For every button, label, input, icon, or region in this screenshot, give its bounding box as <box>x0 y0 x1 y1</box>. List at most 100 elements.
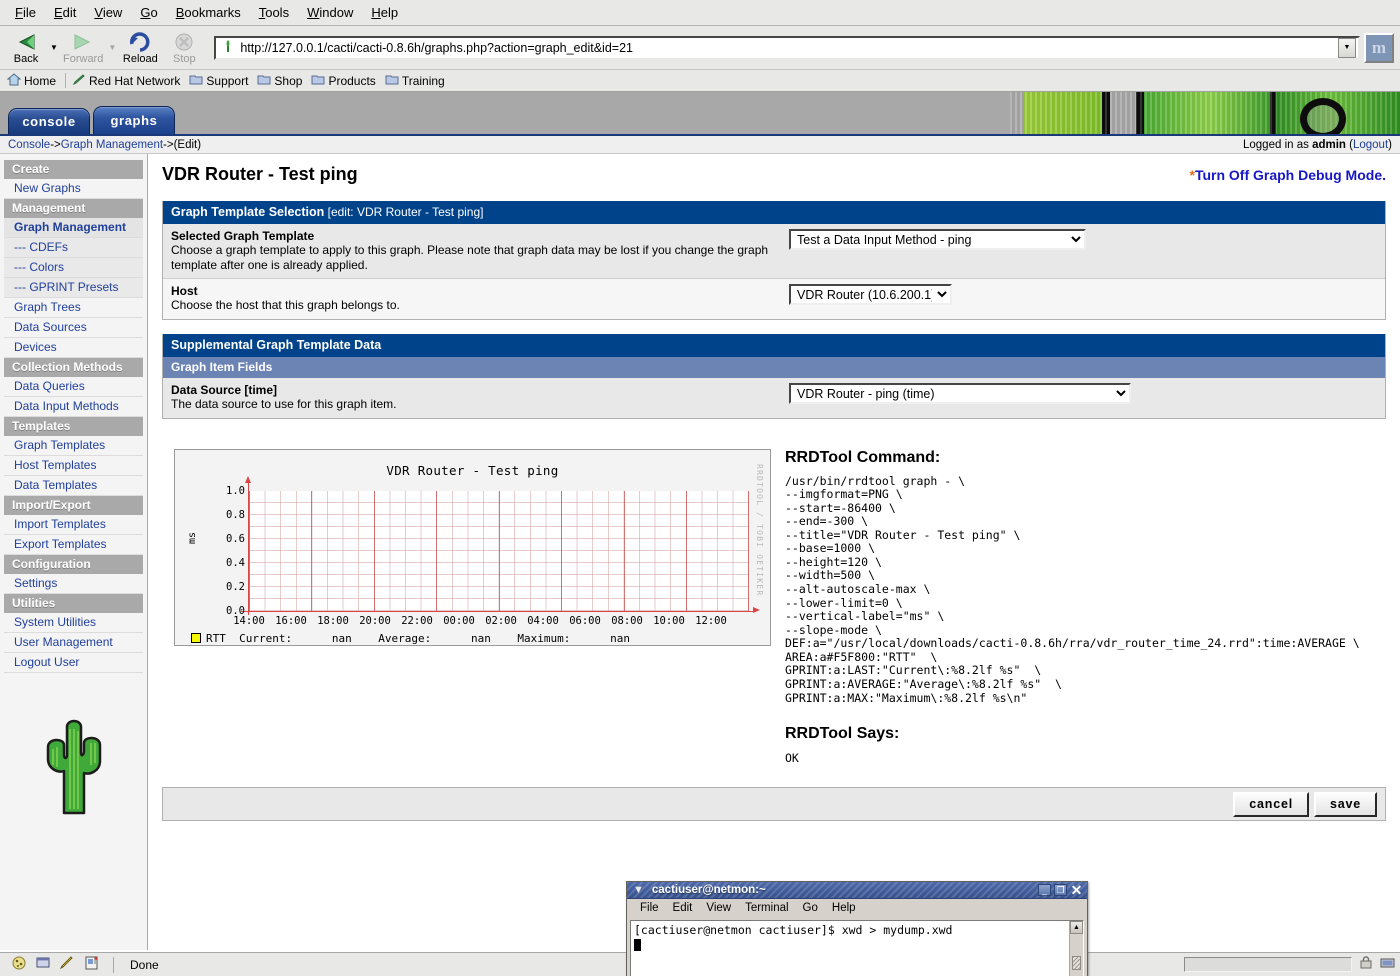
bookmark-support[interactable]: Support <box>186 72 254 89</box>
reload-button[interactable]: Reload <box>118 27 162 69</box>
login-open-paren: ( <box>1345 138 1353 151</box>
sidebar-item-import-templates[interactable]: Import Templates <box>4 515 143 535</box>
window-controls: _ ❐ ✕ <box>1038 883 1085 897</box>
sidebar-item-devices[interactable]: Devices <box>4 338 143 358</box>
menu-go[interactable]: Go <box>131 2 166 23</box>
url-dropdown-icon[interactable]: ▼ <box>1338 37 1356 58</box>
host-select[interactable]: VDR Router (10.6.200.1) <box>789 284 952 306</box>
rrd-graph-preview[interactable]: VDR Router - Test ping RRDTOOL / TOBI OE… <box>174 448 771 646</box>
browser-throbber-icon[interactable]: m <box>1364 32 1394 63</box>
terminal-menu-help[interactable]: Help <box>825 902 863 914</box>
forward-dropdown-arrow[interactable]: ▼ <box>106 27 118 69</box>
terminal-screen[interactable]: [cactiuser@netmon cactiuser]$ xwd > mydu… <box>630 920 1084 976</box>
terminal-menu-terminal[interactable]: Terminal <box>738 902 795 914</box>
terminal-title: cactiuser@netmon:~ <box>651 884 766 896</box>
terminal-menu-view[interactable]: View <box>699 902 738 914</box>
graph-inner: VDR Router - Test ping RRDTOOL / TOBI OE… <box>179 454 766 645</box>
window-menu-icon[interactable]: ▼ <box>629 884 648 896</box>
data-source-select[interactable]: VDR Router - ping (time) <box>789 382 1131 404</box>
maximize-icon[interactable]: ❐ <box>1054 884 1067 896</box>
bookmark-home[interactable]: Home <box>4 72 62 90</box>
sidebar-item-graph-management[interactable]: Graph Management <box>4 218 143 238</box>
address-book-icon[interactable] <box>84 956 99 973</box>
menu-bookmarks[interactable]: Bookmarks <box>167 2 250 23</box>
graph-x-ticks: 14:00 16:00 18:00 20:00 22:00 00:00 02:0… <box>233 614 749 629</box>
menu-view[interactable]: View <box>85 2 131 23</box>
popup-blocker-icon[interactable] <box>36 956 51 973</box>
cookie-blocker-icon[interactable] <box>12 956 27 973</box>
tab-graphs[interactable]: graphs <box>93 106 175 134</box>
breadcrumb-graph-management[interactable]: Graph Management <box>61 139 163 151</box>
menu-help[interactable]: Help <box>362 2 407 23</box>
sidebar-item-new-graphs[interactable]: New Graphs <box>4 179 143 199</box>
graph-template-selection-subtitle: [edit: VDR Router - Test ping] <box>324 205 484 219</box>
legend-maximum-value: nan <box>610 631 630 645</box>
x-tick: 22:00 <box>401 614 433 627</box>
back-arrow-icon <box>14 31 38 53</box>
cacti-banner: console graphs <box>0 92 1400 136</box>
bookmark-red-hat-network[interactable]: Red Hat Network <box>69 72 186 90</box>
tab-console[interactable]: console <box>8 108 90 134</box>
sidebar-item-host-templates[interactable]: Host Templates <box>4 456 143 476</box>
sidebar-item-cdefs[interactable]: --- CDEFs <box>4 238 143 258</box>
back-dropdown-arrow[interactable]: ▼ <box>48 27 60 69</box>
sidebar-item-graph-templates[interactable]: Graph Templates <box>4 436 143 456</box>
sidebar-item-gprint-presets[interactable]: --- GPRINT Presets <box>4 278 143 298</box>
sidebar-item-data-input-methods[interactable]: Data Input Methods <box>4 397 143 417</box>
logout-link[interactable]: Logout <box>1353 139 1388 151</box>
sidebar-item-user-management[interactable]: User Management <box>4 633 143 653</box>
bookmarks-bar: Home Red Hat Network Support Shop Produc… <box>0 70 1400 92</box>
save-button[interactable]: save <box>1313 791 1377 817</box>
graph-template-select[interactable]: Test a Data Input Method - ping <box>789 229 1086 250</box>
minimize-icon[interactable]: _ <box>1038 884 1051 896</box>
supplemental-graph-template-data-panel: Supplemental Graph Template Data Graph I… <box>162 333 1386 419</box>
offline-status-icon[interactable] <box>1380 956 1396 973</box>
login-status: Logged in as admin (Logout) <box>1243 139 1392 151</box>
menu-window[interactable]: Window <box>298 2 362 23</box>
back-button[interactable]: Back <box>4 27 48 69</box>
terminal-menu-go[interactable]: Go <box>796 902 825 914</box>
cacti-body: Create New Graphs Management Graph Manag… <box>0 154 1400 950</box>
terminal-menu-edit[interactable]: Edit <box>666 902 700 914</box>
terminal-titlebar[interactable]: ▼ cactiuser@netmon:~ _ ❐ ✕ <box>627 882 1087 899</box>
scroll-up-icon[interactable]: ▲ <box>1070 921 1083 934</box>
sidebar-item-logout-user[interactable]: Logout User <box>4 653 143 673</box>
breadcrumb-console[interactable]: Console <box>8 139 50 151</box>
stop-icon <box>174 31 194 53</box>
sidebar-item-export-templates[interactable]: Export Templates <box>4 535 143 555</box>
x-tick: 02:00 <box>485 614 517 627</box>
sidebar-item-settings[interactable]: Settings <box>4 574 143 594</box>
sidebar-header-collection-methods: Collection Methods <box>4 358 143 377</box>
toggle-graph-debug-mode-link[interactable]: *Turn Off Graph Debug Mode. <box>1189 167 1386 183</box>
close-icon[interactable]: ✕ <box>1070 883 1083 897</box>
edit-composer-icon[interactable] <box>59 956 75 973</box>
terminal-line-1: [cactiuser@netmon cactiuser]$ xwd > mydu… <box>634 923 953 937</box>
security-lock-icon[interactable] <box>1358 956 1374 973</box>
terminal-menu-file[interactable]: File <box>633 902 666 914</box>
sidebar-item-data-templates[interactable]: Data Templates <box>4 476 143 496</box>
menu-tools[interactable]: Tools <box>250 2 298 23</box>
menu-edit[interactable]: Edit <box>45 2 85 23</box>
y-tick: 0.4 <box>226 556 245 569</box>
sidebar-item-data-queries[interactable]: Data Queries <box>4 377 143 397</box>
cancel-button[interactable]: cancel <box>1233 791 1309 817</box>
bookmark-products[interactable]: Products <box>308 72 381 89</box>
sidebar-item-system-utilities[interactable]: System Utilities <box>4 613 143 633</box>
sidebar-item-colors[interactable]: --- Colors <box>4 258 143 278</box>
breadcrumb: Console -> Graph Management -> (Edit) Lo… <box>0 136 1400 154</box>
terminal-window[interactable]: ▼ cactiuser@netmon:~ _ ❐ ✕ File Edit Vie… <box>626 881 1088 976</box>
bookmark-shop[interactable]: Shop <box>254 72 308 89</box>
sidebar-item-data-sources[interactable]: Data Sources <box>4 318 143 338</box>
terminal-vertical-scrollbar[interactable]: ▲ ▼ <box>1069 921 1083 976</box>
sidebar-header-templates: Templates <box>4 417 143 436</box>
field-text-block: Data Source [time] The data source to us… <box>171 383 783 412</box>
bookmark-training[interactable]: Training <box>382 72 451 89</box>
status-bar-separator <box>113 956 114 973</box>
url-bar[interactable]: http://127.0.0.1/cacti/cacti-0.8.6h/grap… <box>214 35 1360 60</box>
sidebar-item-graph-trees[interactable]: Graph Trees <box>4 298 143 318</box>
scrollbar-grip[interactable] <box>1072 956 1081 970</box>
menu-file[interactable]: File <box>6 2 45 23</box>
forward-button[interactable]: Forward <box>60 27 106 69</box>
stop-button[interactable]: Stop <box>162 27 206 69</box>
login-close-paren: ) <box>1388 138 1392 151</box>
